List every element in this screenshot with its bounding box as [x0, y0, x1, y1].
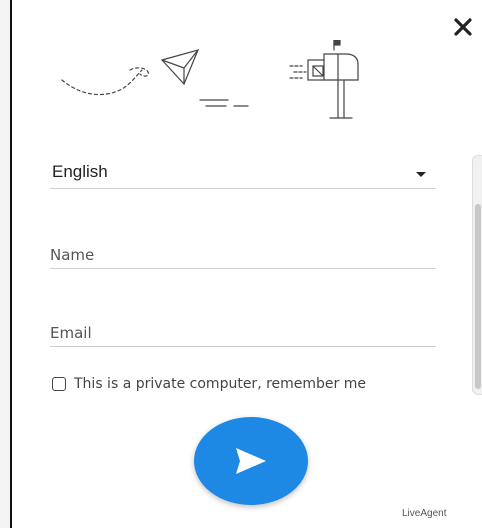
- remember-me-row: This is a private computer, remember me: [52, 374, 366, 394]
- language-select[interactable]: English: [50, 160, 436, 189]
- name-field-wrapper: [50, 242, 436, 269]
- header-illustration: [58, 39, 388, 124]
- send-button[interactable]: [194, 417, 308, 505]
- mailbox-icon: [289, 39, 359, 119]
- scrollbar-track[interactable]: [472, 155, 482, 395]
- send-arrow-icon: [236, 448, 266, 474]
- email-input[interactable]: [50, 320, 436, 346]
- caret-down-icon: [416, 172, 426, 177]
- paper-plane-icon: [61, 49, 249, 107]
- close-icon: [454, 18, 472, 36]
- left-panel-edge: [0, 0, 10, 528]
- remember-me-label: This is a private computer, remember me: [74, 376, 366, 392]
- liveagent-branding: LiveAgent: [402, 508, 447, 519]
- left-border: [10, 0, 12, 528]
- close-button[interactable]: [452, 16, 474, 38]
- remember-me-checkbox[interactable]: [52, 377, 66, 391]
- name-input[interactable]: [50, 242, 436, 268]
- scrollbar-thumb[interactable]: [475, 204, 481, 389]
- language-selected-value: English: [52, 162, 108, 181]
- email-field-wrapper: [50, 320, 436, 347]
